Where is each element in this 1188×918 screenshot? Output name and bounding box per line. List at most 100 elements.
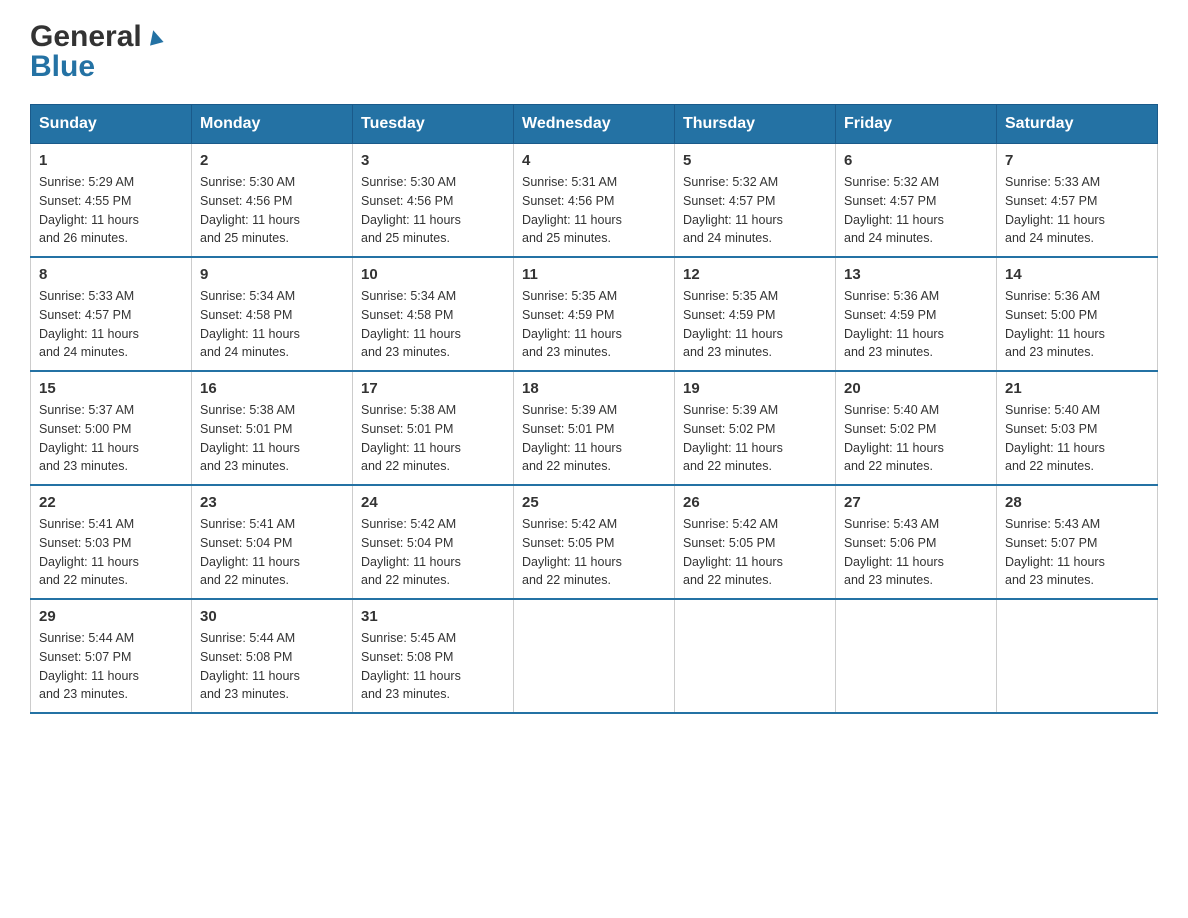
day-info: Sunrise: 5:33 AM Sunset: 4:57 PM Dayligh…: [39, 287, 183, 362]
day-number: 31: [361, 608, 505, 625]
day-info: Sunrise: 5:44 AM Sunset: 5:07 PM Dayligh…: [39, 629, 183, 704]
day-number: 28: [1005, 494, 1149, 511]
logo-blue-text: Blue: [30, 50, 95, 84]
day-info: Sunrise: 5:38 AM Sunset: 5:01 PM Dayligh…: [200, 401, 344, 476]
day-number: 4: [522, 152, 666, 169]
header-day-thursday: Thursday: [675, 105, 836, 144]
day-info: Sunrise: 5:35 AM Sunset: 4:59 PM Dayligh…: [683, 287, 827, 362]
day-number: 11: [522, 266, 666, 283]
header-day-wednesday: Wednesday: [514, 105, 675, 144]
week-row-4: 22 Sunrise: 5:41 AM Sunset: 5:03 PM Dayl…: [31, 485, 1158, 599]
calendar-cell: 13 Sunrise: 5:36 AM Sunset: 4:59 PM Dayl…: [836, 257, 997, 371]
calendar-cell: 24 Sunrise: 5:42 AM Sunset: 5:04 PM Dayl…: [353, 485, 514, 599]
day-number: 18: [522, 380, 666, 397]
calendar-cell: [675, 599, 836, 713]
day-info: Sunrise: 5:42 AM Sunset: 5:05 PM Dayligh…: [683, 515, 827, 590]
week-row-2: 8 Sunrise: 5:33 AM Sunset: 4:57 PM Dayli…: [31, 257, 1158, 371]
day-number: 16: [200, 380, 344, 397]
calendar-cell: [836, 599, 997, 713]
day-number: 30: [200, 608, 344, 625]
calendar-cell: 29 Sunrise: 5:44 AM Sunset: 5:07 PM Dayl…: [31, 599, 192, 713]
day-number: 1: [39, 152, 183, 169]
calendar-cell: [997, 599, 1158, 713]
logo-triangle-icon: [144, 26, 166, 53]
day-info: Sunrise: 5:37 AM Sunset: 5:00 PM Dayligh…: [39, 401, 183, 476]
calendar-cell: 30 Sunrise: 5:44 AM Sunset: 5:08 PM Dayl…: [192, 599, 353, 713]
calendar-cell: 31 Sunrise: 5:45 AM Sunset: 5:08 PM Dayl…: [353, 599, 514, 713]
logo: General Blue: [30, 20, 166, 84]
calendar-cell: 14 Sunrise: 5:36 AM Sunset: 5:00 PM Dayl…: [997, 257, 1158, 371]
day-info: Sunrise: 5:41 AM Sunset: 5:03 PM Dayligh…: [39, 515, 183, 590]
day-number: 27: [844, 494, 988, 511]
day-info: Sunrise: 5:36 AM Sunset: 4:59 PM Dayligh…: [844, 287, 988, 362]
week-row-1: 1 Sunrise: 5:29 AM Sunset: 4:55 PM Dayli…: [31, 144, 1158, 258]
day-info: Sunrise: 5:43 AM Sunset: 5:07 PM Dayligh…: [1005, 515, 1149, 590]
day-number: 3: [361, 152, 505, 169]
day-info: Sunrise: 5:33 AM Sunset: 4:57 PM Dayligh…: [1005, 173, 1149, 248]
day-info: Sunrise: 5:32 AM Sunset: 4:57 PM Dayligh…: [683, 173, 827, 248]
calendar-cell: 7 Sunrise: 5:33 AM Sunset: 4:57 PM Dayli…: [997, 144, 1158, 258]
day-info: Sunrise: 5:31 AM Sunset: 4:56 PM Dayligh…: [522, 173, 666, 248]
day-info: Sunrise: 5:43 AM Sunset: 5:06 PM Dayligh…: [844, 515, 988, 590]
day-info: Sunrise: 5:34 AM Sunset: 4:58 PM Dayligh…: [361, 287, 505, 362]
calendar-cell: 22 Sunrise: 5:41 AM Sunset: 5:03 PM Dayl…: [31, 485, 192, 599]
day-number: 25: [522, 494, 666, 511]
calendar-cell: 8 Sunrise: 5:33 AM Sunset: 4:57 PM Dayli…: [31, 257, 192, 371]
header-day-friday: Friday: [836, 105, 997, 144]
calendar-cell: 3 Sunrise: 5:30 AM Sunset: 4:56 PM Dayli…: [353, 144, 514, 258]
day-info: Sunrise: 5:30 AM Sunset: 4:56 PM Dayligh…: [200, 173, 344, 248]
calendar-cell: 6 Sunrise: 5:32 AM Sunset: 4:57 PM Dayli…: [836, 144, 997, 258]
header-day-saturday: Saturday: [997, 105, 1158, 144]
week-row-5: 29 Sunrise: 5:44 AM Sunset: 5:07 PM Dayl…: [31, 599, 1158, 713]
header-day-tuesday: Tuesday: [353, 105, 514, 144]
day-info: Sunrise: 5:42 AM Sunset: 5:04 PM Dayligh…: [361, 515, 505, 590]
calendar-cell: [514, 599, 675, 713]
calendar-cell: 10 Sunrise: 5:34 AM Sunset: 4:58 PM Dayl…: [353, 257, 514, 371]
day-number: 23: [200, 494, 344, 511]
day-info: Sunrise: 5:41 AM Sunset: 5:04 PM Dayligh…: [200, 515, 344, 590]
day-number: 6: [844, 152, 988, 169]
day-info: Sunrise: 5:29 AM Sunset: 4:55 PM Dayligh…: [39, 173, 183, 248]
day-number: 9: [200, 266, 344, 283]
logo-general-text: General: [30, 20, 142, 54]
day-info: Sunrise: 5:35 AM Sunset: 4:59 PM Dayligh…: [522, 287, 666, 362]
day-number: 8: [39, 266, 183, 283]
calendar-cell: 16 Sunrise: 5:38 AM Sunset: 5:01 PM Dayl…: [192, 371, 353, 485]
calendar-cell: 1 Sunrise: 5:29 AM Sunset: 4:55 PM Dayli…: [31, 144, 192, 258]
calendar-cell: 27 Sunrise: 5:43 AM Sunset: 5:06 PM Dayl…: [836, 485, 997, 599]
day-info: Sunrise: 5:45 AM Sunset: 5:08 PM Dayligh…: [361, 629, 505, 704]
calendar-cell: 20 Sunrise: 5:40 AM Sunset: 5:02 PM Dayl…: [836, 371, 997, 485]
day-number: 22: [39, 494, 183, 511]
calendar-cell: 11 Sunrise: 5:35 AM Sunset: 4:59 PM Dayl…: [514, 257, 675, 371]
day-number: 14: [1005, 266, 1149, 283]
calendar-cell: 26 Sunrise: 5:42 AM Sunset: 5:05 PM Dayl…: [675, 485, 836, 599]
calendar-cell: 15 Sunrise: 5:37 AM Sunset: 5:00 PM Dayl…: [31, 371, 192, 485]
day-number: 7: [1005, 152, 1149, 169]
day-number: 24: [361, 494, 505, 511]
day-info: Sunrise: 5:40 AM Sunset: 5:02 PM Dayligh…: [844, 401, 988, 476]
calendar-header: SundayMondayTuesdayWednesdayThursdayFrid…: [31, 105, 1158, 144]
calendar-cell: 5 Sunrise: 5:32 AM Sunset: 4:57 PM Dayli…: [675, 144, 836, 258]
header-day-monday: Monday: [192, 105, 353, 144]
week-row-3: 15 Sunrise: 5:37 AM Sunset: 5:00 PM Dayl…: [31, 371, 1158, 485]
day-info: Sunrise: 5:40 AM Sunset: 5:03 PM Dayligh…: [1005, 401, 1149, 476]
day-number: 21: [1005, 380, 1149, 397]
day-number: 13: [844, 266, 988, 283]
calendar-cell: 2 Sunrise: 5:30 AM Sunset: 4:56 PM Dayli…: [192, 144, 353, 258]
calendar-cell: 23 Sunrise: 5:41 AM Sunset: 5:04 PM Dayl…: [192, 485, 353, 599]
day-number: 20: [844, 380, 988, 397]
page-header: General Blue: [30, 20, 1158, 84]
day-number: 17: [361, 380, 505, 397]
calendar-body: 1 Sunrise: 5:29 AM Sunset: 4:55 PM Dayli…: [31, 144, 1158, 714]
calendar-cell: 12 Sunrise: 5:35 AM Sunset: 4:59 PM Dayl…: [675, 257, 836, 371]
calendar-cell: 21 Sunrise: 5:40 AM Sunset: 5:03 PM Dayl…: [997, 371, 1158, 485]
day-info: Sunrise: 5:42 AM Sunset: 5:05 PM Dayligh…: [522, 515, 666, 590]
day-number: 15: [39, 380, 183, 397]
calendar-cell: 17 Sunrise: 5:38 AM Sunset: 5:01 PM Dayl…: [353, 371, 514, 485]
calendar-table: SundayMondayTuesdayWednesdayThursdayFrid…: [30, 104, 1158, 714]
day-info: Sunrise: 5:30 AM Sunset: 4:56 PM Dayligh…: [361, 173, 505, 248]
day-info: Sunrise: 5:36 AM Sunset: 5:00 PM Dayligh…: [1005, 287, 1149, 362]
calendar-cell: 28 Sunrise: 5:43 AM Sunset: 5:07 PM Dayl…: [997, 485, 1158, 599]
day-number: 10: [361, 266, 505, 283]
day-info: Sunrise: 5:32 AM Sunset: 4:57 PM Dayligh…: [844, 173, 988, 248]
